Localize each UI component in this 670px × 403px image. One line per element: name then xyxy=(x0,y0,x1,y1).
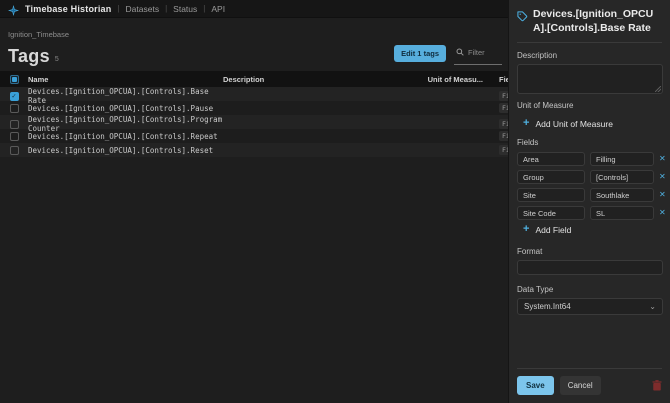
tag-name-cell: Devices.[Ignition_OPCUA].[Controls].Base… xyxy=(28,87,223,105)
field-name-input[interactable] xyxy=(517,152,585,166)
tags-table: Name Description Unit of Measu... Field … xyxy=(0,71,508,157)
add-unit-of-measure-label: Add Unit of Measure xyxy=(535,119,612,129)
field-row: ✕ xyxy=(517,206,662,220)
remove-field-icon[interactable]: ✕ xyxy=(659,191,666,199)
column-header-name[interactable]: Name xyxy=(28,75,223,84)
table-row[interactable]: Devices.[Ignition_OPCUA].[Controls].Prog… xyxy=(0,115,508,129)
nav-item-status[interactable]: Status xyxy=(173,4,197,14)
cancel-button[interactable]: Cancel xyxy=(560,376,601,395)
format-input[interactable] xyxy=(517,260,663,275)
select-all-checkbox[interactable] xyxy=(10,75,19,84)
nav-separator: | xyxy=(203,4,205,13)
remove-field-icon[interactable]: ✕ xyxy=(659,173,666,181)
table-body: Devices.[Ignition_OPCUA].[Controls].Base… xyxy=(0,87,508,157)
field-row: ✕ xyxy=(517,170,662,184)
plus-icon: + xyxy=(523,118,529,129)
row-checkbox[interactable] xyxy=(10,120,19,129)
nav-item-datasets[interactable]: Datasets xyxy=(126,4,160,14)
edit-tags-button[interactable]: Edit 1 tags xyxy=(394,45,446,62)
nav-item-api[interactable]: API xyxy=(211,4,225,14)
unit-of-measure-label: Unit of Measure xyxy=(517,101,662,110)
plus-icon: + xyxy=(523,224,529,235)
field-value-input[interactable] xyxy=(590,206,654,220)
page-header: Tags 5 Edit 1 tags xyxy=(0,39,508,71)
divider xyxy=(517,42,662,43)
nav-separator: | xyxy=(165,4,167,13)
save-button[interactable]: Save xyxy=(517,376,554,395)
chevron-down-icon: ⌄ xyxy=(649,302,656,311)
add-field-label: Add Field xyxy=(535,225,571,235)
tag-detail-panel: Devices.[Ignition_OPCUA].[Controls].Base… xyxy=(508,0,670,403)
fields-label: Fields xyxy=(517,138,662,147)
data-type-label: Data Type xyxy=(517,285,662,294)
field-name-input[interactable] xyxy=(517,188,585,202)
tag-name-cell: Devices.[Ignition_OPCUA].[Controls].Repe… xyxy=(28,132,223,141)
tag-icon xyxy=(517,9,528,27)
table-row[interactable]: Devices.[Ignition_OPCUA].[Controls].Repe… xyxy=(0,129,508,143)
table-row[interactable]: Devices.[Ignition_OPCUA].[Controls].Rese… xyxy=(0,143,508,157)
field-row: ✕ xyxy=(517,188,662,202)
table-header-row: Name Description Unit of Measu... Field xyxy=(0,71,508,87)
data-type-value: System.Int64 xyxy=(524,302,571,311)
format-label: Format xyxy=(517,247,662,256)
data-type-select[interactable]: System.Int64 ⌄ xyxy=(517,298,663,315)
field-value-input[interactable] xyxy=(590,188,654,202)
field-name-input[interactable] xyxy=(517,170,585,184)
field-row: ✕ xyxy=(517,152,662,166)
description-textarea[interactable] xyxy=(517,64,663,94)
page-title: Tags xyxy=(8,47,50,65)
field-name-input[interactable] xyxy=(517,206,585,220)
row-checkbox[interactable] xyxy=(10,92,19,101)
column-header-description[interactable]: Description xyxy=(223,75,418,84)
panel-footer: Save Cancel xyxy=(517,368,662,395)
panel-spacer xyxy=(517,315,662,368)
table-row[interactable]: Devices.[Ignition_OPCUA].[Controls].Base… xyxy=(0,87,508,101)
panel-header: Devices.[Ignition_OPCUA].[Controls].Base… xyxy=(517,8,662,35)
tag-name-cell: Devices.[Ignition_OPCUA].[Controls].Paus… xyxy=(28,104,223,113)
nav-separator: | xyxy=(117,4,119,13)
row-checkbox[interactable] xyxy=(10,146,19,155)
tag-name-cell: Devices.[Ignition_OPCUA].[Controls].Prog… xyxy=(28,115,223,133)
app-title: Timebase Historian xyxy=(25,4,111,14)
remove-field-icon[interactable]: ✕ xyxy=(659,155,666,163)
tag-name-cell: Devices.[Ignition_OPCUA].[Controls].Rese… xyxy=(28,146,223,155)
fields-list: ✕ ✕ ✕ ✕ xyxy=(517,152,662,220)
row-checkbox[interactable] xyxy=(10,132,19,141)
filter-search-box[interactable] xyxy=(454,41,502,65)
main-content: Ignition_Timebase Tags 5 Edit 1 tags Nam… xyxy=(0,18,508,403)
resize-handle[interactable] xyxy=(655,86,661,92)
add-unit-of-measure-button[interactable]: + Add Unit of Measure xyxy=(517,114,662,131)
add-field-button[interactable]: + Add Field xyxy=(517,220,662,237)
search-icon xyxy=(456,43,464,61)
description-label: Description xyxy=(517,51,662,60)
breadcrumb[interactable]: Ignition_Timebase xyxy=(0,18,508,39)
tag-count-badge: 5 xyxy=(55,56,59,63)
column-header-unit[interactable]: Unit of Measu... xyxy=(418,75,483,84)
filter-input[interactable] xyxy=(468,48,502,57)
app-logo-sparkle-icon xyxy=(8,3,19,14)
field-value-input[interactable] xyxy=(590,152,654,166)
remove-field-icon[interactable]: ✕ xyxy=(659,209,666,217)
panel-title: Devices.[Ignition_OPCUA].[Controls].Base… xyxy=(533,8,662,35)
delete-tag-trash-icon[interactable] xyxy=(652,380,662,391)
table-row[interactable]: Devices.[Ignition_OPCUA].[Controls].Paus… xyxy=(0,101,508,115)
row-checkbox[interactable] xyxy=(10,104,19,113)
field-value-input[interactable] xyxy=(590,170,654,184)
